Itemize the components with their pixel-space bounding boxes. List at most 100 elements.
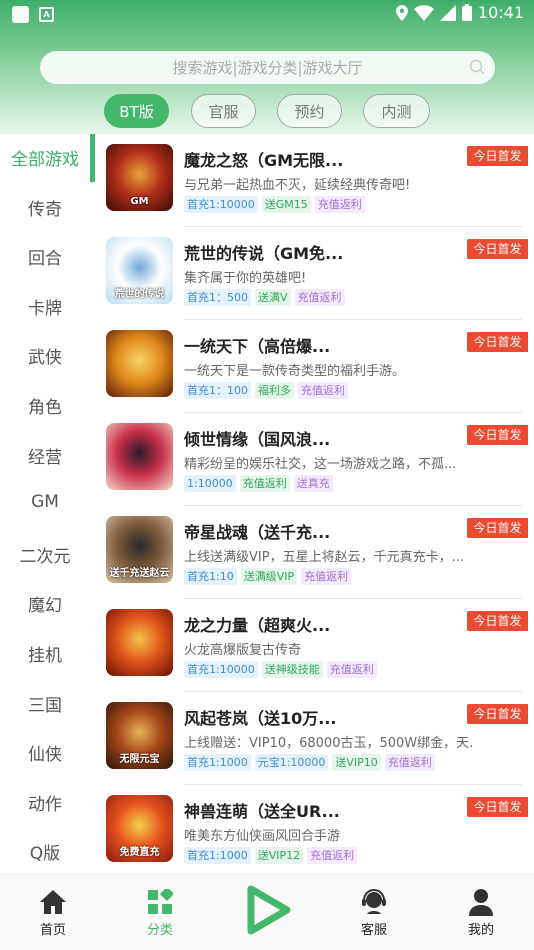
location-icon [395, 4, 408, 21]
tab-bt[interactable]: BT版 [104, 94, 169, 128]
game-thumbnail[interactable]: 荒世的传说 [106, 237, 173, 304]
game-list-item[interactable]: 龙之力量（超爽火... 火龙高爆版复古传奇首充1:10000 送神级技能 充值返利 今日… [96, 599, 534, 692]
category-item[interactable]: 经营 [0, 443, 90, 468]
battery-icon [461, 4, 472, 21]
game-list-item[interactable]: GM 魔龙之怒（GM无限... 与兄弟一起热血不灭，延续经典传奇吧! 首充1:1000… [96, 134, 534, 227]
search-icon[interactable] [469, 59, 485, 75]
category-item[interactable]: 二次元 [0, 542, 90, 567]
game-description: 一统天下是一款传奇类型的福利手游。 [184, 364, 406, 379]
game-thumbnail[interactable]: 免费直充 [106, 795, 173, 862]
game-tag: 首充1:1000 [184, 754, 251, 771]
category-item[interactable]: 仙侠 [0, 740, 90, 765]
game-tag: 元宝1:10000 [254, 754, 329, 771]
game-description: 火龙高爆版复古传奇 [184, 643, 302, 658]
app-notification-icon: A [39, 7, 54, 22]
game-list-item[interactable]: 无限元宝 风起苍岚（送10万... 上线赠送：VIP10，68000古玉，500W绑… [96, 692, 534, 785]
nav-home-label: 首页 [39, 923, 66, 938]
game-thumbnail[interactable] [106, 423, 173, 490]
game-tag: 首充1:10 [184, 568, 237, 585]
game-title[interactable]: 风起苍岚（送10万... [184, 705, 337, 729]
game-thumbnail[interactable]: GM [106, 144, 173, 211]
game-list-item[interactable]: 倾世情缘（国风浪... 精彩纷呈的娱乐社交，这一场游戏之路，不孤... 1:1000… [96, 413, 534, 506]
thumbnail-text: 送千充送赵云 [109, 568, 170, 579]
first-release-badge: 今日首发 [467, 425, 528, 445]
game-title[interactable]: 一统天下（高倍爆... [184, 333, 330, 357]
category-item[interactable]: 三国 [0, 691, 90, 716]
game-tag: 福利多 [255, 382, 294, 399]
search-placeholder: 搜索游戏|游戏分类|游戏大厅 [172, 59, 363, 77]
nav-play[interactable] [243, 885, 291, 935]
first-release-badge: 今日首发 [467, 611, 528, 631]
game-tag: 首充1：100 [184, 382, 251, 399]
game-thumbnail[interactable] [106, 330, 173, 397]
game-list: GM 魔龙之怒（GM无限... 与兄弟一起热血不灭，延续经典传奇吧! 首充1:1000… [96, 134, 534, 878]
game-title[interactable]: 龙之力量（超爽火... [184, 612, 330, 636]
game-tag: 充值返利 [298, 382, 348, 399]
category-icon [148, 889, 173, 914]
game-list-item[interactable]: 免费直充 神兽连萌（送全UR... 唯美东方仙侠画风回合手游首充1:1000 送VIP… [96, 785, 534, 878]
game-tag: 首充1:1000 [184, 847, 251, 864]
signal-icon [439, 4, 456, 21]
type-tabs: BT版 官服 预约 内测 [0, 94, 534, 130]
game-title[interactable]: 帝星战魂（送千充... [184, 519, 330, 543]
nav-category[interactable]: 分类 [125, 885, 195, 938]
category-item[interactable]: 卡牌 [0, 294, 90, 319]
category-item[interactable]: 回合 [0, 244, 90, 269]
game-thumbnail[interactable]: 无限元宝 [106, 702, 173, 769]
game-description: 上线赠送：VIP10，68000古玉，500W绑金，天... [184, 736, 474, 751]
tab-reserve[interactable]: 预约 [277, 94, 342, 128]
game-thumbnail[interactable] [106, 609, 173, 676]
first-release-badge: 今日首发 [467, 332, 528, 352]
thumbnail-text: GM [130, 196, 149, 207]
game-tags: 首充1:10000 送神级技能 充值返利 [184, 661, 377, 678]
game-tag: 送真充 [293, 475, 333, 492]
category-item[interactable]: 挂机 [0, 641, 90, 666]
game-description: 精彩纷呈的娱乐社交，这一场游戏之路，不孤... [184, 457, 457, 472]
tab-official[interactable]: 官服 [191, 94, 256, 128]
category-item[interactable]: Q版 [0, 839, 90, 864]
customer-service-icon [362, 889, 386, 914]
category-item[interactable]: 魔幻 [0, 591, 90, 616]
category-active-indicator [90, 134, 95, 182]
game-tags: 首充1:10000 送GM15 充值返利 [184, 196, 365, 213]
game-tags: 1:10000 充值返利 送真充 [184, 475, 333, 492]
category-item[interactable]: 传奇 [0, 195, 90, 220]
category-item[interactable]: 全部游戏 [0, 145, 90, 170]
game-tag: 首充1：500 [184, 289, 251, 306]
game-description: 唯美东方仙侠画风回合手游 [184, 829, 341, 844]
search-bar[interactable]: 搜索游戏|游戏分类|游戏大厅 [40, 51, 495, 84]
nav-profile[interactable]: 我的 [446, 885, 516, 938]
game-list-item[interactable]: 荒世的传说 荒世的传说（GM免... 集齐属于你的英雄吧! 首充1：500 送满V 充值返… [96, 227, 534, 320]
first-release-badge: 今日首发 [467, 797, 528, 817]
game-tags: 首充1：100 福利多 充值返利 [184, 382, 348, 399]
category-item[interactable]: 动作 [0, 790, 90, 815]
game-list-item[interactable]: 一统天下（高倍爆... 一统天下是一款传奇类型的福利手游。 首充1：100 福利多 充值… [96, 320, 534, 413]
category-item[interactable]: GM [0, 492, 90, 512]
game-tag: 充值返利 [301, 568, 352, 585]
game-title[interactable]: 倾世情缘（国风浪... [184, 426, 330, 450]
status-bar: A 10:41 [0, 0, 534, 28]
nav-service[interactable]: 客服 [339, 885, 409, 938]
game-thumbnail[interactable]: 送千充送赵云 [106, 516, 173, 583]
game-tag: 送VIP10 [332, 754, 381, 771]
tab-beta[interactable]: 内测 [363, 94, 430, 128]
profile-icon [469, 889, 493, 916]
category-item[interactable]: 武侠 [0, 343, 90, 368]
game-tag: 充值返利 [239, 475, 290, 492]
first-release-badge: 今日首发 [467, 704, 528, 724]
game-description: 与兄弟一起热血不灭，延续经典传奇吧! [184, 178, 411, 193]
game-tag: 送满级VIP [240, 568, 298, 585]
game-tag: 充值返利 [294, 289, 345, 306]
game-title[interactable]: 神兽连萌（送全UR... [184, 798, 340, 822]
game-tag: 送神级技能 [261, 661, 323, 678]
game-title[interactable]: 魔龙之怒（GM无限... [184, 147, 343, 171]
game-tag: 1:10000 [184, 475, 236, 492]
game-tags: 首充1:1000 元宝1:10000 送VIP10 充值返利 [184, 754, 435, 771]
wifi-icon [413, 4, 434, 21]
game-tags: 首充1:1000 送VIP12 充值返利 [184, 847, 358, 864]
game-title[interactable]: 荒世的传说（GM免... [184, 240, 343, 264]
nav-home[interactable]: 首页 [18, 885, 88, 938]
game-list-item[interactable]: 送千充送赵云 帝星战魂（送千充... 上线送满级VIP，五星上将赵云，千元真充卡，.… [96, 506, 534, 599]
category-item[interactable]: 角色 [0, 393, 90, 418]
first-release-badge: 今日首发 [467, 518, 528, 538]
